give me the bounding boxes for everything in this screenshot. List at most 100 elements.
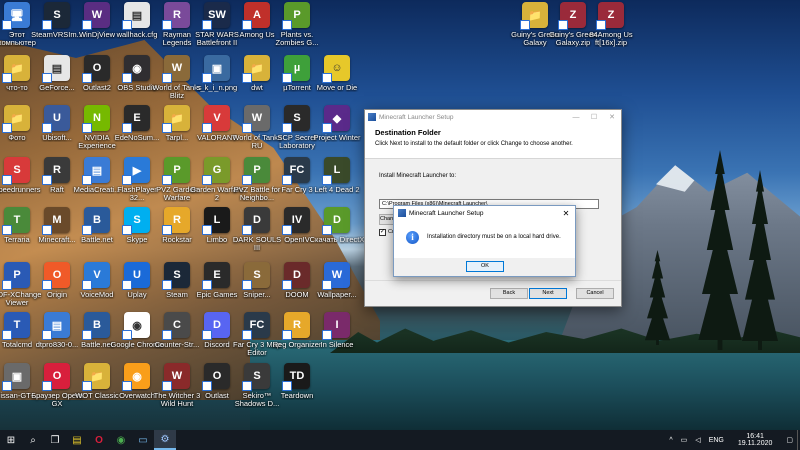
taskbar: ⊞ ⌕ ❐ ▤ O ◉ ▭ ⚙ ^ ▭ ◁ ENG 16:41 19.11.20… bbox=[0, 430, 800, 450]
desktop-icon[interactable]: Z 84Among Us ft[16x].zip bbox=[588, 2, 634, 62]
back-button[interactable]: Back bbox=[490, 288, 528, 299]
network-icon[interactable]: ▭ bbox=[677, 436, 692, 444]
app-icon: D bbox=[242, 207, 270, 235]
search-icon[interactable]: ⌕ bbox=[22, 430, 44, 450]
app-icon: ☺ bbox=[322, 55, 350, 83]
app-icon: W bbox=[322, 262, 350, 290]
clock-time: 16:41 bbox=[746, 432, 764, 440]
dialog-app-icon bbox=[398, 209, 406, 217]
app-icon: S bbox=[242, 262, 270, 290]
clock-date: 19.11.2020 bbox=[737, 440, 773, 447]
error-dialog[interactable]: Minecraft Launcher Setup ✕ i Installatio… bbox=[393, 205, 576, 277]
app-icon: W bbox=[242, 105, 270, 133]
app-icon: O bbox=[82, 55, 110, 83]
maximize-button[interactable]: ☐ bbox=[585, 113, 603, 121]
volume-icon[interactable]: ◁ bbox=[691, 436, 704, 444]
app-icon: W bbox=[82, 2, 110, 30]
file-explorer-icon[interactable]: ▤ bbox=[66, 430, 88, 450]
install-location-label: Install Minecraft Launcher to: bbox=[379, 173, 457, 179]
tray-chevron-icon[interactable]: ^ bbox=[665, 437, 676, 444]
app-icon: ▤ bbox=[42, 55, 70, 83]
minimize-button[interactable]: — bbox=[567, 114, 585, 121]
desktop-icon-label: Скачать DirectX bbox=[309, 236, 365, 244]
app-icon: D bbox=[282, 262, 310, 290]
app-icon: FC bbox=[242, 312, 270, 340]
app-icon: 📁 bbox=[242, 55, 270, 83]
app-icon: R bbox=[282, 312, 310, 340]
desktop-icon-label: 84Among Us ft[16x].zip bbox=[589, 31, 633, 47]
app-icon: ◉ bbox=[122, 312, 150, 340]
dialog-message: Installation directory must be on a loca… bbox=[427, 234, 561, 240]
app-icon: U bbox=[42, 105, 70, 133]
installer-taskbar-icon[interactable]: ⚙ bbox=[154, 430, 176, 450]
desktop-icon-label: Teardown bbox=[280, 392, 314, 400]
close-button[interactable]: ✕ bbox=[603, 113, 621, 121]
dialog-title: Minecraft Launcher Setup bbox=[409, 209, 484, 217]
app-icon: G bbox=[202, 157, 230, 185]
app-icon: Z bbox=[596, 2, 624, 30]
app-icon: R bbox=[42, 157, 70, 185]
installer-footer: Back Next Cancel bbox=[365, 280, 621, 306]
desktop-icon-label: Move or Die bbox=[316, 84, 358, 92]
app-icon: P bbox=[242, 157, 270, 185]
app-icon: ▤ bbox=[82, 157, 110, 185]
app-icon: µ bbox=[282, 55, 310, 83]
app-icon: TD bbox=[282, 363, 310, 391]
app-icon: N bbox=[82, 105, 110, 133]
language-indicator[interactable]: ENG bbox=[705, 437, 728, 444]
app-icon: P bbox=[2, 262, 30, 290]
task-view-icon[interactable]: ❐ bbox=[44, 430, 66, 450]
app-icon: ◉ bbox=[122, 55, 150, 83]
dialog-close-button[interactable]: ✕ bbox=[557, 209, 575, 218]
app-icon: B bbox=[82, 312, 110, 340]
app-icon: P bbox=[282, 2, 310, 30]
app-icon: V bbox=[82, 262, 110, 290]
app-icon: S bbox=[2, 157, 30, 185]
app-icon: A bbox=[242, 2, 270, 30]
clock[interactable]: 16:41 19.11.2020 bbox=[728, 433, 783, 448]
next-button[interactable]: Next bbox=[529, 288, 567, 299]
app-icon: P bbox=[162, 157, 190, 185]
app-icon: ▣ bbox=[2, 363, 30, 391]
app-icon: T bbox=[2, 207, 30, 235]
app-icon: E bbox=[202, 262, 230, 290]
app-icon: S bbox=[122, 207, 150, 235]
notification-icon[interactable]: ▢ bbox=[782, 436, 797, 444]
dialog-body: i Installation directory must be on a lo… bbox=[394, 220, 575, 260]
app-icon: 🖥 bbox=[2, 2, 30, 30]
app-icon: C bbox=[162, 312, 190, 340]
desktop-icon-label: Wallpaper... bbox=[317, 291, 357, 299]
desktop-icon[interactable]: P Plants vs. Zombies G... bbox=[274, 2, 320, 62]
desktop-icon[interactable]: TD Teardown bbox=[274, 363, 320, 423]
app-window-icon[interactable]: ▭ bbox=[132, 430, 154, 450]
chrome-icon[interactable]: ◉ bbox=[110, 430, 132, 450]
app-icon: D bbox=[322, 207, 350, 235]
start-button[interactable]: ⊞ bbox=[0, 430, 22, 450]
shortcut-checkbox[interactable]: ✓ bbox=[379, 229, 386, 236]
app-icon: IV bbox=[282, 207, 310, 235]
cancel-button[interactable]: Cancel bbox=[576, 288, 614, 299]
app-icon: W bbox=[162, 363, 190, 391]
app-icon: ▣ bbox=[202, 55, 230, 83]
dialog-footer: OK bbox=[394, 258, 575, 276]
desktop-icon[interactable]: I In Silence bbox=[314, 312, 360, 372]
app-icon: L bbox=[322, 157, 350, 185]
app-icon: V bbox=[202, 105, 230, 133]
app-icon: S bbox=[162, 262, 190, 290]
dialog-titlebar[interactable]: Minecraft Launcher Setup ✕ bbox=[394, 206, 575, 220]
installer-titlebar[interactable]: Minecraft Launcher Setup — ☐ ✕ bbox=[365, 110, 621, 124]
app-icon: S bbox=[242, 363, 270, 391]
desktop-icon[interactable]: D Скачать DirectX bbox=[310, 207, 364, 267]
ok-button[interactable]: OK bbox=[466, 261, 504, 272]
opera-icon[interactable]: O bbox=[88, 430, 110, 450]
app-icon: I bbox=[322, 312, 350, 340]
app-icon: O bbox=[202, 363, 230, 391]
app-icon: 📁 bbox=[82, 363, 110, 391]
app-icon: D bbox=[202, 312, 230, 340]
app-icon: U bbox=[122, 262, 150, 290]
app-icon: L bbox=[202, 207, 230, 235]
info-icon: i bbox=[406, 231, 419, 244]
app-icon: W bbox=[162, 55, 190, 83]
desktop-icon[interactable]: ◆ Project Winter bbox=[313, 105, 361, 165]
app-icon: Z bbox=[558, 2, 586, 30]
